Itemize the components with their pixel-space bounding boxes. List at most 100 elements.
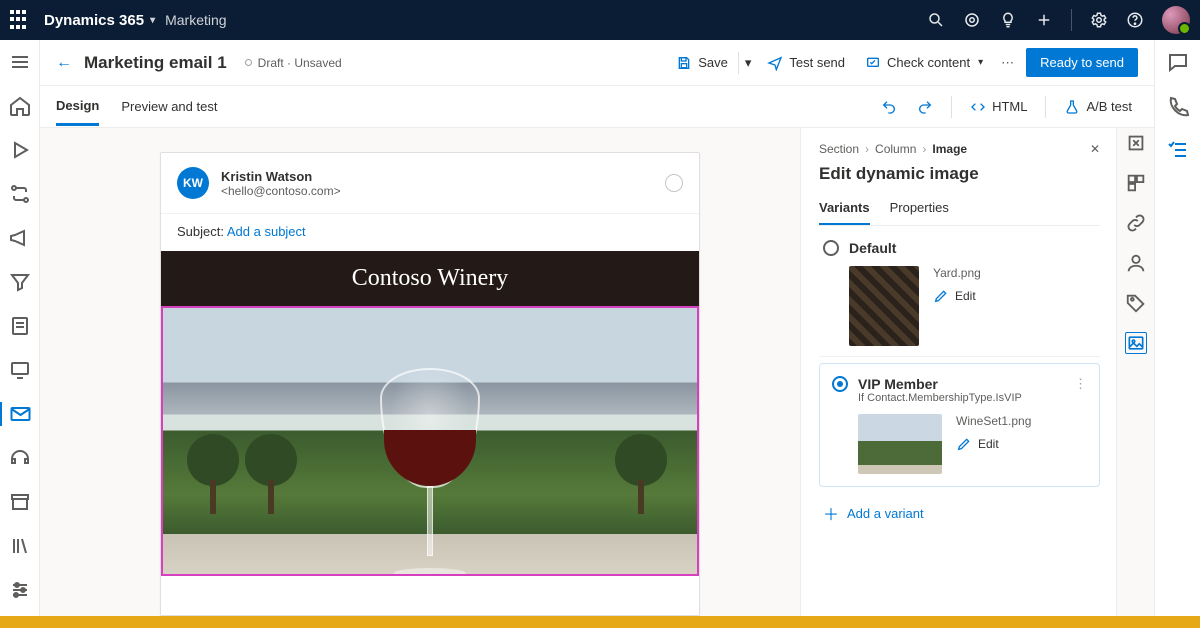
chat-icon[interactable] (1166, 50, 1190, 74)
plus-icon: ＋ (823, 501, 839, 525)
page-title: Marketing email 1 (84, 53, 227, 73)
page-status: Draft · Unsaved (245, 56, 342, 70)
tag-icon[interactable] (1125, 292, 1147, 314)
pencil-icon (933, 288, 949, 304)
separator (1045, 96, 1046, 118)
ready-to-send-button[interactable]: Ready to send (1026, 48, 1138, 77)
right-rail (1154, 40, 1200, 616)
status-label: Draft · Unsaved (258, 56, 342, 70)
task-list-icon[interactable] (1166, 138, 1190, 162)
journey-icon[interactable] (8, 182, 32, 206)
archive-icon[interactable] (8, 490, 32, 514)
more-icon[interactable]: ⋮ (1074, 376, 1087, 392)
chevron-right-icon: › (922, 142, 926, 156)
left-rail (0, 40, 40, 616)
search-icon[interactable] (927, 11, 945, 29)
monitor-icon[interactable] (8, 358, 32, 382)
more-icon[interactable]: ⋯ (997, 55, 1018, 71)
close-icon[interactable]: ✕ (1090, 142, 1100, 156)
redo-button[interactable] (911, 95, 939, 119)
undo-button[interactable] (875, 95, 903, 119)
save-icon (676, 55, 692, 71)
variant-filename: Yard.png (933, 266, 981, 280)
edit-label: Edit (955, 289, 976, 303)
mail-icon[interactable] (0, 402, 39, 426)
subject-label: Subject: (177, 224, 227, 239)
breadcrumb: Section › Column › Image ✕ (819, 142, 1100, 156)
radio-icon[interactable] (823, 240, 839, 256)
tab-design[interactable]: Design (56, 98, 99, 126)
crumb-section[interactable]: Section (819, 142, 859, 156)
lightbulb-icon[interactable] (999, 11, 1017, 29)
tab-variants[interactable]: Variants (819, 194, 870, 225)
elements-icon[interactable] (1125, 172, 1147, 194)
html-button[interactable]: HTML (964, 95, 1033, 119)
abtest-button[interactable]: A/B test (1058, 95, 1138, 119)
avatar[interactable] (1162, 6, 1190, 34)
brand[interactable]: Dynamics 365 ▾ (44, 12, 155, 29)
phone-icon[interactable] (1166, 94, 1190, 118)
code-icon (970, 99, 986, 115)
canvas[interactable]: KW Kristin Watson <hello@contoso.com> Su… (40, 128, 800, 616)
check-content-button[interactable]: Check content ▾ (859, 51, 989, 75)
test-send-button[interactable]: Test send (761, 51, 851, 75)
variant-name: VIP Member (858, 376, 938, 392)
edit-variant-button[interactable]: Edit (933, 288, 981, 304)
flask-icon (1064, 99, 1080, 115)
crumb-column[interactable]: Column (875, 142, 916, 156)
image-icon[interactable] (1125, 332, 1147, 354)
gear-icon[interactable] (1090, 11, 1108, 29)
variant-vip[interactable]: VIP Member ⋮ If Contact.MembershipType.I… (819, 363, 1100, 487)
subject-placeholder[interactable]: Add a subject (227, 224, 306, 239)
email-banner[interactable]: Contoso Winery (161, 251, 699, 306)
personalize-icon[interactable] (1125, 252, 1147, 274)
panel-title: Edit dynamic image (819, 164, 1100, 184)
separator (1071, 9, 1072, 31)
email-preview: KW Kristin Watson <hello@contoso.com> Su… (160, 152, 700, 616)
sender-email: <hello@contoso.com> (221, 184, 341, 198)
play-icon[interactable] (8, 138, 32, 162)
library-icon[interactable] (8, 534, 32, 558)
variant-filename: WineSet1.png (956, 414, 1031, 428)
html-label: HTML (992, 99, 1027, 114)
link-icon[interactable] (1125, 212, 1147, 234)
plus-icon[interactable] (1035, 11, 1053, 29)
back-icon[interactable]: ← (56, 54, 72, 72)
panel-tabs: Variants Properties (819, 194, 1100, 226)
chevron-right-icon: › (865, 142, 869, 156)
crumb-image[interactable]: Image (932, 142, 967, 156)
tab-preview[interactable]: Preview and test (121, 99, 217, 124)
save-button[interactable]: Save (670, 51, 734, 75)
settings-sliders-icon[interactable] (8, 578, 32, 602)
separator (738, 52, 739, 74)
help-icon[interactable] (1126, 11, 1144, 29)
edit-variant-button[interactable]: Edit (956, 436, 1031, 452)
chevron-down-icon: ▾ (150, 15, 155, 26)
form-icon[interactable] (8, 314, 32, 338)
separator (951, 96, 952, 118)
expand-icon[interactable] (1125, 132, 1147, 154)
check-content-icon (865, 55, 881, 71)
email-hero-image[interactable] (161, 306, 699, 576)
circle-icon (665, 174, 683, 192)
add-variant-button[interactable]: ＋ Add a variant (819, 501, 1100, 525)
radio-icon[interactable] (832, 376, 848, 392)
module-label: Marketing (165, 12, 226, 28)
redo-icon (917, 99, 933, 115)
toolbox (1116, 128, 1154, 616)
target-icon[interactable] (963, 11, 981, 29)
bottom-accent (0, 616, 1200, 628)
app-launcher-icon[interactable] (10, 10, 30, 30)
variant-thumbnail[interactable] (858, 414, 942, 474)
global-nav: Dynamics 365 ▾ Marketing (0, 0, 1200, 40)
variant-thumbnail[interactable] (849, 266, 919, 346)
hamburger-icon[interactable] (8, 50, 32, 74)
tab-properties[interactable]: Properties (890, 194, 949, 225)
filter-icon[interactable] (8, 270, 32, 294)
subject-row[interactable]: Subject: Add a subject (161, 214, 699, 251)
headset-icon[interactable] (8, 446, 32, 470)
variant-default[interactable]: Default Yard.png Edit (819, 226, 1100, 357)
megaphone-icon[interactable] (8, 226, 32, 250)
save-chevron[interactable]: ▾ (743, 51, 754, 75)
home-icon[interactable] (8, 94, 32, 118)
